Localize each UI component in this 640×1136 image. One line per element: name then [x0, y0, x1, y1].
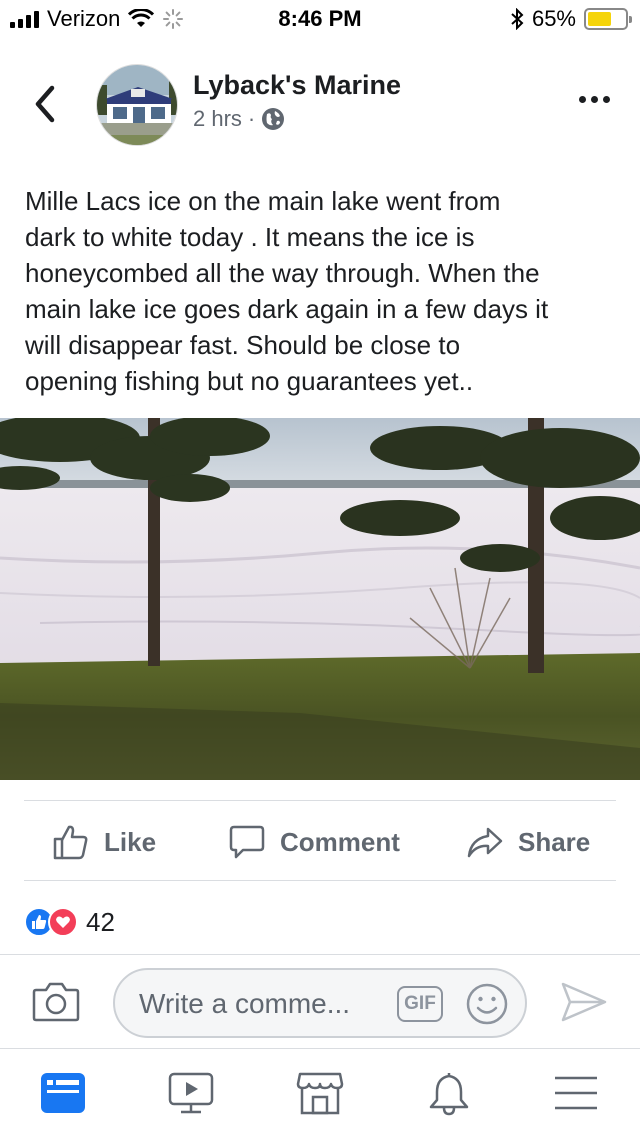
post-photo[interactable]: [0, 418, 640, 780]
reaction-count: 42: [86, 906, 115, 937]
camera-icon: [32, 982, 80, 1022]
love-reaction-icon: [48, 907, 78, 937]
more-dots-icon: [579, 96, 586, 103]
comment-label: Comment: [280, 826, 400, 857]
status-bar: Verizon 8:46 PM 65%: [0, 0, 640, 40]
send-arrow-icon: [561, 982, 607, 1022]
reaction-summary[interactable]: 42: [24, 904, 115, 940]
comment-button[interactable]: Comment: [228, 810, 400, 874]
post-meta: 2 hrs ·: [193, 106, 285, 132]
send-button[interactable]: [560, 980, 608, 1024]
divider-middle: [24, 880, 616, 881]
meta-separator: ·: [247, 106, 256, 131]
bluetooth-icon: [511, 8, 524, 30]
like-label: Like: [104, 826, 157, 857]
marketplace-icon: [296, 1072, 344, 1115]
nav-news-feed[interactable]: [38, 1067, 88, 1119]
bottom-nav: [0, 1048, 640, 1136]
nav-notifications[interactable]: [424, 1067, 474, 1119]
page-avatar[interactable]: [96, 64, 178, 146]
post-actions: Like Comment Share: [0, 810, 640, 874]
divider-bottom: [0, 954, 640, 955]
gif-button[interactable]: GIF: [397, 986, 443, 1022]
comment-bubble-icon: [229, 825, 265, 859]
page-name[interactable]: Lyback's Marine: [193, 70, 401, 101]
thumbs-up-icon: [53, 825, 88, 860]
notifications-bell-icon: [429, 1072, 469, 1116]
globe-icon: [262, 108, 285, 130]
chevron-left-icon: [35, 85, 55, 123]
avatar-store-image: [97, 65, 177, 145]
share-button[interactable]: Share: [466, 810, 590, 874]
post-text: Mille Lacs ice on the main lake went fro…: [25, 186, 549, 396]
post-timestamp[interactable]: 2 hrs: [193, 106, 242, 132]
nav-watch[interactable]: [166, 1067, 216, 1119]
smiley-icon: [466, 983, 508, 1025]
camera-button[interactable]: [32, 980, 80, 1024]
battery-percent: 65%: [531, 6, 576, 31]
divider-top: [24, 800, 616, 801]
more-options-button[interactable]: [579, 96, 610, 103]
battery-fill: [588, 12, 612, 26]
watch-video-icon: [168, 1072, 214, 1114]
news-feed-icon: [41, 1073, 85, 1113]
share-arrow-icon: [467, 827, 503, 858]
battery-icon: [584, 8, 632, 30]
back-button[interactable]: [28, 84, 64, 124]
nav-menu[interactable]: [551, 1067, 601, 1119]
nav-marketplace[interactable]: [295, 1067, 345, 1119]
comment-placeholder: Write a comme...: [139, 988, 351, 1019]
menu-icon: [555, 1076, 597, 1110]
share-label: Share: [518, 826, 591, 857]
like-button[interactable]: Like: [52, 810, 156, 874]
status-right: 65%: [510, 6, 632, 32]
lake-ice-photo: [0, 418, 640, 780]
emoji-button[interactable]: [465, 982, 509, 1026]
post-header: Lyback's Marine 2 hrs ·: [0, 54, 640, 154]
comment-input[interactable]: Write a comme... GIF: [113, 968, 527, 1038]
comment-composer: Write a comme... GIF: [0, 960, 640, 1044]
